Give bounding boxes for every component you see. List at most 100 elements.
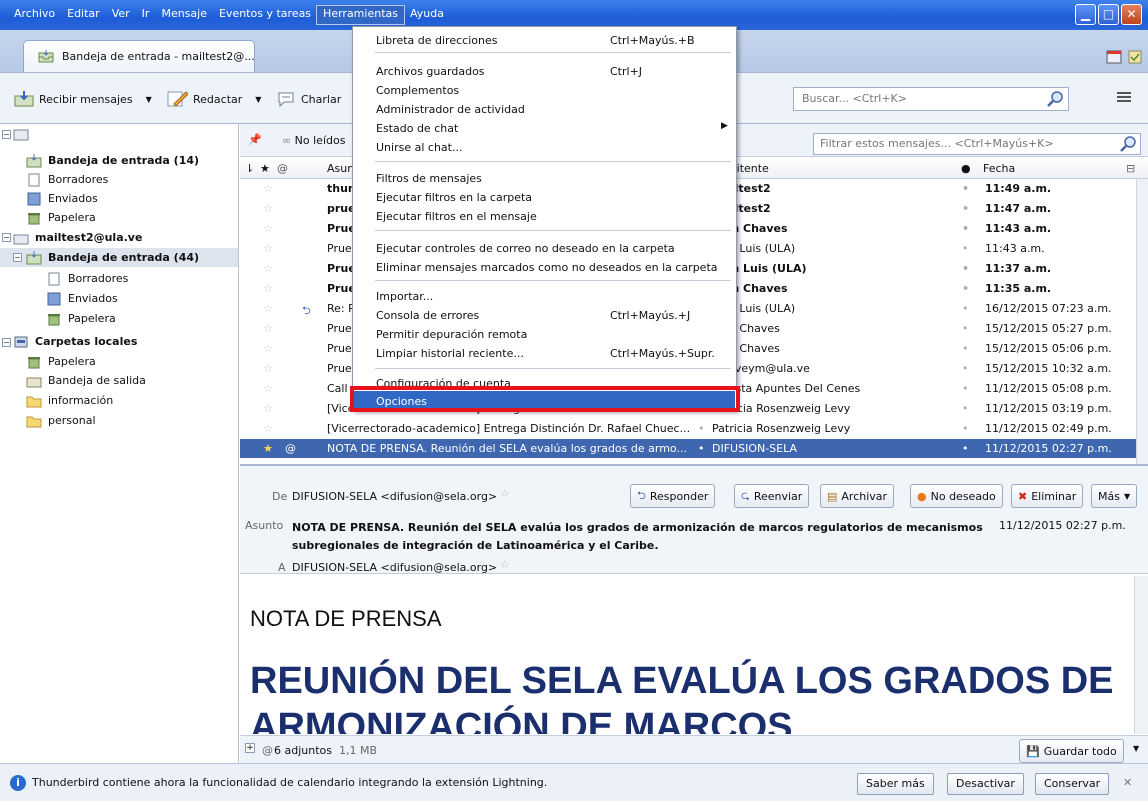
folder-item[interactable]: Enviados [26, 189, 98, 208]
calendar-icon[interactable] [1106, 50, 1122, 64]
body-scrollbar[interactable] [1134, 576, 1148, 734]
from-value[interactable]: DIFUSION-SELA <difusion@sela.org> [292, 490, 497, 503]
message-row[interactable]: ☆ [Vicerrectorado-academico] Entrega Dist… [240, 419, 1138, 438]
attachments-count[interactable]: 6 adjuntos [274, 744, 332, 757]
menu-item-saved-files[interactable]: Archivos guardados Ctrl+J [354, 61, 735, 80]
attachment-column-icon[interactable]: @ [277, 162, 288, 175]
star-icon[interactable]: ☆ [263, 262, 273, 275]
collapse-toggle[interactable]: − [13, 253, 22, 262]
maximize-button[interactable]: □ [1098, 4, 1119, 25]
account-item[interactable]: Carpetas locales [13, 332, 137, 351]
write-button[interactable]: Redactar ▼ [166, 88, 261, 110]
chat-button[interactable]: Charlar [276, 88, 341, 110]
close-icon[interactable]: ✕ [1123, 776, 1132, 789]
star-icon[interactable]: ☆ [263, 222, 273, 235]
junk-button[interactable]: ● No deseado [910, 484, 1003, 508]
menu-item-message-filters[interactable]: Filtros de mensajes [354, 168, 735, 187]
star-icon[interactable]: ☆ [500, 487, 510, 500]
folder-item[interactable]: Papelera [26, 352, 96, 371]
menu-item-addons[interactable]: Complementos [354, 80, 735, 99]
folder-item[interactable]: Bandeja de entrada (14) [26, 151, 199, 170]
menu-item-delete-junk[interactable]: Eliminar mensajes marcados como no desea… [354, 257, 735, 276]
reply-button[interactable]: ⮌ Responder [630, 484, 716, 508]
folder-item[interactable]: Borradores [26, 170, 108, 189]
star-icon[interactable]: ☆ [263, 302, 273, 315]
menu-item-junk-controls[interactable]: Ejecutar controles de correo no deseado … [354, 238, 735, 257]
menu-ayuda[interactable]: Ayuda [404, 6, 450, 24]
chevron-down-icon[interactable]: ▼ [1133, 744, 1139, 753]
menu-mensaje[interactable]: Mensaje [155, 6, 213, 24]
menu-item-remote-debugging[interactable]: Permitir depuración remota [354, 324, 735, 343]
menu-archivo[interactable]: Archivo [8, 6, 61, 24]
tab-inbox[interactable]: Bandeja de entrada - mailtest2@... [23, 40, 255, 72]
close-button[interactable]: ✕ [1121, 4, 1142, 25]
star-icon[interactable]: ☆ [263, 402, 273, 415]
get-mail-button[interactable]: Recibir mensajes ▼ [14, 88, 152, 110]
folder-item[interactable]: Borradores [46, 269, 128, 288]
star-column-icon[interactable]: ★ [260, 162, 270, 175]
menu-editar[interactable]: Editar [61, 6, 106, 24]
menu-ir[interactable]: Ir [136, 6, 156, 24]
account-item[interactable]: mailtest2@ula.ve [13, 228, 142, 247]
menu-item-clear-history[interactable]: Limpiar historial reciente... Ctrl+Mayús.… [354, 343, 735, 362]
folder-item[interactable]: Bandeja de salida [26, 371, 146, 390]
menu-eventos-tareas[interactable]: Eventos y tareas [213, 6, 317, 24]
archive-button[interactable]: ▤ Archivar [820, 484, 895, 508]
star-icon[interactable]: ★ [263, 442, 273, 455]
star-icon[interactable]: ☆ [263, 242, 273, 255]
expand-toggle[interactable]: + [245, 743, 255, 753]
app-menu-icon[interactable] [1116, 89, 1132, 105]
save-all-button[interactable]: 💾 Guardar todo [1019, 739, 1124, 763]
chevron-down-icon[interactable]: ▼ [255, 95, 261, 104]
star-icon[interactable]: ☆ [500, 558, 510, 571]
list-scrollbar[interactable] [1136, 179, 1148, 464]
menu-item-activity-manager[interactable]: Administrador de actividad [354, 99, 735, 118]
search-input[interactable]: Buscar... <Ctrl+K> [793, 87, 1069, 111]
tasks-icon[interactable] [1128, 50, 1142, 64]
unread-filter-button[interactable]: ∞ No leídos [282, 134, 345, 147]
star-icon[interactable]: ☆ [263, 362, 273, 375]
to-value[interactable]: DIFUSION-SELA <difusion@sela.org> [292, 561, 497, 574]
folder-item[interactable]: información [26, 391, 113, 410]
menu-herramientas[interactable]: Herramientas [316, 5, 405, 25]
pin-icon[interactable]: 📌 [248, 133, 262, 146]
star-icon[interactable]: ☆ [263, 382, 273, 395]
minimize-button[interactable]: ▁ [1075, 4, 1096, 25]
folder-item[interactable]: Papelera [26, 208, 96, 227]
folder-item[interactable]: Enviados [46, 289, 118, 308]
more-button[interactable]: Más ▼ [1091, 484, 1138, 508]
learn-more-button[interactable]: Saber más [857, 773, 934, 795]
star-icon[interactable]: ☆ [263, 182, 273, 195]
collapse-toggle[interactable]: − [2, 233, 11, 242]
menu-item-run-filters-message[interactable]: Ejecutar filtros en el mensaje [354, 206, 735, 225]
forward-button[interactable]: ⮎ Reenviar [734, 484, 810, 508]
column-date[interactable]: Fecha [983, 162, 1015, 175]
disable-button[interactable]: Desactivar [947, 773, 1024, 795]
delete-button[interactable]: ✖ Eliminar [1011, 484, 1084, 508]
menu-item-chat-status[interactable]: Estado de chat ▶ [354, 118, 735, 137]
message-row[interactable]: ★ @ NOTA DE PRENSA. Reunión del SELA evalú… [240, 439, 1138, 458]
star-icon[interactable]: ☆ [263, 282, 273, 295]
star-icon[interactable]: ☆ [263, 422, 273, 435]
junk-column-icon[interactable]: ● [961, 162, 971, 175]
chevron-down-icon[interactable]: ▼ [146, 95, 152, 104]
star-icon[interactable]: ☆ [263, 342, 273, 355]
folder-item[interactable]: Papelera [46, 309, 116, 328]
star-icon[interactable]: ☆ [263, 322, 273, 335]
menu-item-import[interactable]: Importar... [354, 286, 735, 305]
menu-ver[interactable]: Ver [106, 6, 136, 24]
folder-item-selected[interactable]: Bandeja de entrada (44) [0, 248, 238, 267]
search-icon[interactable] [1046, 90, 1064, 108]
menu-item-error-console[interactable]: Consola de errores Ctrl+Mayús.+J [354, 305, 735, 324]
folder-item[interactable]: personal [26, 411, 96, 430]
star-icon[interactable]: ☆ [263, 202, 273, 215]
filter-input[interactable]: Filtrar estos mensajes... <Ctrl+Mayús+K> [813, 133, 1141, 155]
menu-item-join-chat[interactable]: Unirse al chat... [354, 137, 735, 156]
column-picker-icon[interactable]: ⊟ [1126, 162, 1135, 175]
menu-item-run-filters-folder[interactable]: Ejecutar filtros en la carpeta [354, 187, 735, 206]
keep-button[interactable]: Conservar [1035, 773, 1110, 795]
thread-column-icon[interactable]: ⇂ [245, 162, 254, 175]
collapse-toggle[interactable]: − [2, 338, 11, 347]
collapse-toggle[interactable]: − [2, 130, 11, 139]
menu-item-address-book[interactable]: Libreta de direcciones Ctrl+Mayús.+B [354, 30, 735, 49]
